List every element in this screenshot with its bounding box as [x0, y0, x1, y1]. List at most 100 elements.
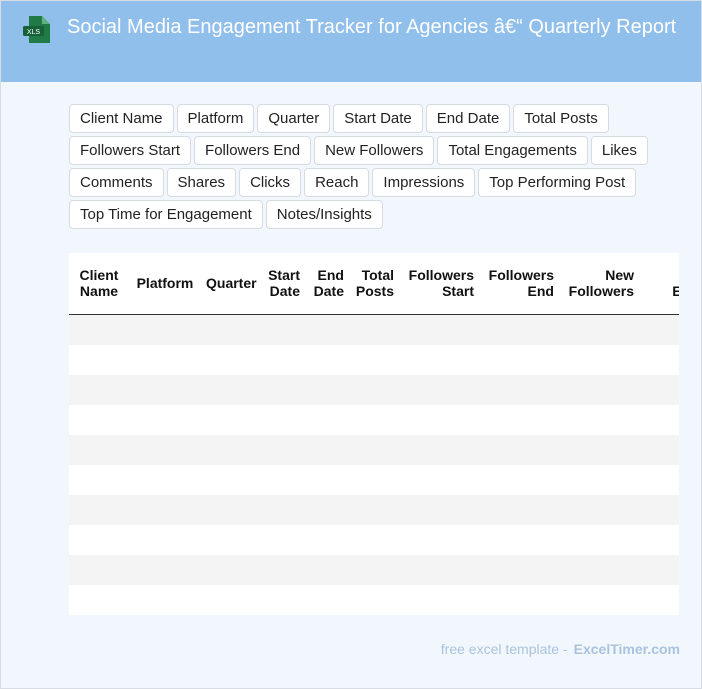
table-cell[interactable] [399, 584, 479, 615]
table-cell[interactable] [559, 464, 639, 495]
table-cell[interactable] [559, 584, 639, 615]
table-cell[interactable] [261, 314, 305, 345]
table-cell[interactable] [69, 554, 129, 585]
table-cell[interactable] [261, 524, 305, 555]
table-cell[interactable] [69, 344, 129, 375]
table-cell[interactable] [261, 404, 305, 435]
footer-brand-link[interactable]: ExcelTimer.com [574, 641, 680, 657]
table-cell[interactable] [559, 374, 639, 405]
table-cell[interactable] [639, 494, 679, 525]
table-cell[interactable] [129, 554, 201, 585]
table-cell[interactable] [69, 494, 129, 525]
column-chip[interactable]: New Followers [314, 136, 435, 165]
column-chip[interactable]: Clicks [239, 168, 302, 197]
table-cell[interactable] [479, 404, 559, 435]
table-cell[interactable] [349, 374, 399, 405]
table-cell[interactable] [305, 584, 349, 615]
table-cell[interactable] [399, 314, 479, 345]
table-cell[interactable] [399, 494, 479, 525]
table-cell[interactable] [399, 404, 479, 435]
column-chip[interactable]: Total Engagements [437, 136, 588, 165]
table-cell[interactable] [639, 524, 679, 555]
column-chip[interactable]: Client Name [69, 104, 174, 133]
table-cell[interactable] [639, 404, 679, 435]
table-cell[interactable] [559, 494, 639, 525]
table-cell[interactable] [201, 584, 261, 615]
table-cell[interactable] [639, 374, 679, 405]
column-chip[interactable]: Platform [176, 104, 255, 133]
table-cell[interactable] [349, 434, 399, 465]
table-cell[interactable] [559, 404, 639, 435]
table-cell[interactable] [261, 374, 305, 405]
table-cell[interactable] [559, 314, 639, 345]
table-cell[interactable] [479, 494, 559, 525]
table-cell[interactable] [479, 464, 559, 495]
table-cell[interactable] [69, 404, 129, 435]
table-cell[interactable] [129, 344, 201, 375]
table-cell[interactable] [129, 464, 201, 495]
table-cell[interactable] [69, 434, 129, 465]
table-cell[interactable] [349, 464, 399, 495]
column-chip[interactable]: Shares [166, 168, 237, 197]
table-cell[interactable] [69, 524, 129, 555]
table-cell[interactable] [261, 554, 305, 585]
column-chip[interactable]: Comments [69, 168, 164, 197]
table-cell[interactable] [129, 494, 201, 525]
table-cell[interactable] [349, 494, 399, 525]
column-chip[interactable]: End Date [425, 104, 511, 133]
table-cell[interactable] [305, 404, 349, 435]
table-cell[interactable] [261, 494, 305, 525]
table-cell[interactable] [129, 524, 201, 555]
table-cell[interactable] [399, 374, 479, 405]
table-cell[interactable] [349, 404, 399, 435]
table-cell[interactable] [305, 554, 349, 585]
table-cell[interactable] [129, 314, 201, 345]
table-cell[interactable] [129, 434, 201, 465]
table-cell[interactable] [559, 524, 639, 555]
table-cell[interactable] [305, 464, 349, 495]
table-cell[interactable] [305, 434, 349, 465]
column-chip[interactable]: Top Time for Engagement [69, 200, 263, 229]
table-cell[interactable] [201, 464, 261, 495]
table-cell[interactable] [201, 344, 261, 375]
table-cell[interactable] [201, 494, 261, 525]
column-chip[interactable]: Impressions [372, 168, 476, 197]
table-cell[interactable] [349, 344, 399, 375]
column-chip[interactable]: Start Date [333, 104, 423, 133]
table-cell[interactable] [639, 464, 679, 495]
table-cell[interactable] [479, 314, 559, 345]
table-cell[interactable] [69, 464, 129, 495]
column-chip[interactable]: Reach [304, 168, 370, 197]
table-cell[interactable] [201, 524, 261, 555]
table-cell[interactable] [399, 524, 479, 555]
table-cell[interactable] [559, 344, 639, 375]
table-cell[interactable] [305, 314, 349, 345]
table-cell[interactable] [129, 584, 201, 615]
table-cell[interactable] [399, 434, 479, 465]
table-cell[interactable] [69, 314, 129, 345]
column-chip[interactable]: Quarter [257, 104, 331, 133]
table-cell[interactable] [639, 344, 679, 375]
table-cell[interactable] [201, 554, 261, 585]
table-cell[interactable] [349, 584, 399, 615]
table-cell[interactable] [129, 374, 201, 405]
table-cell[interactable] [261, 344, 305, 375]
column-chip[interactable]: Followers Start [69, 136, 192, 165]
column-chip[interactable]: Likes [590, 136, 648, 165]
column-chip[interactable]: Top Performing Post [478, 168, 637, 197]
table-cell[interactable] [639, 554, 679, 585]
table-cell[interactable] [479, 344, 559, 375]
table-cell[interactable] [261, 464, 305, 495]
table-cell[interactable] [479, 554, 559, 585]
table-cell[interactable] [349, 314, 399, 345]
column-chip[interactable]: Notes/Insights [265, 200, 383, 229]
table-cell[interactable] [479, 524, 559, 555]
table-cell[interactable] [69, 584, 129, 615]
table-cell[interactable] [559, 554, 639, 585]
table-cell[interactable] [399, 464, 479, 495]
table-cell[interactable] [479, 374, 559, 405]
table-cell[interactable] [305, 524, 349, 555]
table-cell[interactable] [201, 374, 261, 405]
table-cell[interactable] [399, 554, 479, 585]
table-cell[interactable] [399, 344, 479, 375]
